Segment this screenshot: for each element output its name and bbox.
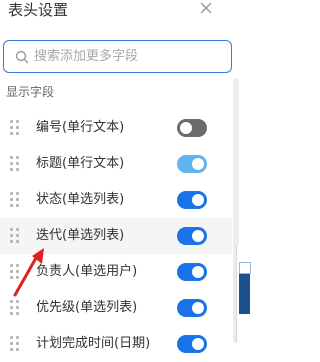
visibility-toggle[interactable]	[177, 299, 207, 317]
field-label: 计划完成时间(日期)	[36, 336, 151, 351]
drag-handle-icon[interactable]	[10, 156, 20, 172]
visibility-toggle[interactable]	[177, 155, 207, 173]
visibility-toggle[interactable]	[177, 263, 207, 281]
background-window-edge	[236, 246, 251, 343]
search-input[interactable]: 搜索添加更多字段	[3, 40, 232, 73]
field-label: 标题(单行文本)	[36, 156, 125, 171]
field-row[interactable]: 标题(单行文本)	[0, 146, 232, 182]
field-label: 优先级(单选列表)	[36, 300, 138, 315]
drag-handle-icon[interactable]	[10, 300, 20, 316]
visibility-toggle[interactable]	[177, 335, 207, 353]
field-label: 状态(单选列表)	[36, 192, 125, 207]
search-icon	[15, 50, 29, 64]
visibility-toggle[interactable]	[177, 119, 207, 137]
visibility-toggle[interactable]	[177, 227, 207, 245]
field-label: 负责人(单选用户)	[36, 264, 138, 279]
drag-handle-icon[interactable]	[10, 120, 20, 136]
close-icon[interactable]	[198, 0, 214, 16]
red-arrow-annotation	[13, 248, 44, 297]
section-label: 显示字段	[6, 85, 55, 99]
field-row[interactable]: 状态(单选列表)	[0, 182, 232, 218]
visibility-toggle[interactable]	[177, 191, 207, 209]
field-label: 迭代(单选列表)	[36, 228, 125, 243]
header-title: 表头设置	[8, 1, 69, 19]
drag-handle-icon[interactable]	[10, 228, 20, 244]
field-row[interactable]: 编号(单行文本)	[0, 110, 232, 146]
search-placeholder: 搜索添加更多字段	[34, 49, 139, 64]
drag-handle-icon[interactable]	[10, 192, 20, 208]
field-label: 编号(单行文本)	[36, 120, 125, 135]
drag-handle-icon[interactable]	[10, 336, 20, 352]
field-row[interactable]: 计划完成时间(日期)	[0, 326, 232, 362]
